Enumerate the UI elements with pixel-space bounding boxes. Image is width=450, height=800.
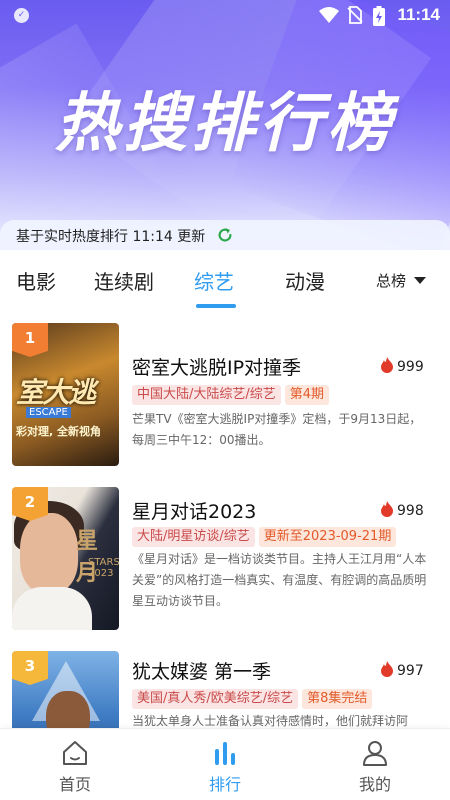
flame-icon: [381, 501, 393, 517]
battery-charging-icon: [373, 6, 385, 26]
episode-tag: 第4期: [284, 385, 330, 405]
poster-figure: [20, 513, 78, 593]
tab-variety[interactable]: 综艺: [194, 266, 234, 295]
shield-icon: ✓: [14, 8, 29, 23]
active-tab-indicator: [196, 304, 236, 308]
category-tabs: 电影 连续剧 综艺 动漫 总榜: [0, 258, 450, 310]
item-description: 《星月对话》是一档访谈类节目。主持人王江月用“人本关爱”的风格打造一档真实、有温…: [132, 552, 427, 608]
genre-tag: 美国/真人秀/欧美综艺/综艺: [132, 689, 299, 709]
rank-badge: 3: [12, 651, 48, 685]
chevron-down-icon[interactable]: [414, 277, 426, 284]
hero-banner: 热搜排行榜: [0, 0, 450, 250]
tab-movie[interactable]: 电影: [16, 266, 56, 295]
item-description: 芒果TV《密室大逃脱IP对撞季》定档，于9月13日起，每周三中午12：00播出。: [132, 412, 422, 447]
nav-ranking[interactable]: 排行: [175, 729, 275, 800]
home-icon: [63, 741, 87, 765]
tag-row: 中国大陆/大陆综艺/综艺 第4期: [132, 385, 330, 405]
refresh-icon[interactable]: [216, 226, 234, 244]
tag-row: 美国/真人秀/欧美综艺/综艺 第8集完结: [132, 689, 373, 709]
profile-icon: [363, 741, 387, 766]
genre-tag: 中国大陆/大陆综艺/综艺: [132, 385, 281, 405]
flame-icon: [381, 661, 393, 677]
heat-score: 998: [380, 501, 424, 519]
bottom-navigation: 首页 排行 我的: [0, 728, 450, 800]
tab-series[interactable]: 连续剧: [94, 266, 154, 295]
nav-profile[interactable]: 我的: [325, 729, 425, 800]
poster-tag-text: ESCAPE: [26, 407, 71, 418]
nav-home-label: 首页: [58, 775, 91, 794]
episode-tag: 第8集完结: [302, 689, 373, 709]
nav-home[interactable]: 首页: [25, 729, 125, 800]
nav-profile-label: 我的: [358, 775, 391, 794]
nav-ranking-label: 排行: [208, 775, 241, 794]
poster-image[interactable]: 星月 STARS 2023 2: [12, 487, 119, 630]
heat-value: 999: [397, 359, 424, 375]
ranking-icon: [215, 742, 235, 765]
list-item[interactable]: 室大逃 ESCAPE 彩对理, 全新视角 1 密室大逃脱IP对撞季 999 中国…: [0, 323, 450, 473]
episode-tag: 更新至2023-09-21期: [258, 527, 397, 547]
genre-tag: 大陆/明星访谈/综艺: [132, 527, 255, 547]
heat-score: 999: [380, 357, 424, 375]
tab-anime[interactable]: 动漫: [285, 266, 325, 295]
tag-row: 大陆/明星访谈/综艺 更新至2023-09-21期: [132, 527, 397, 547]
update-bar: 基于实时热度排行 11:14 更新: [0, 220, 450, 250]
status-bar: ✓ 11:14: [0, 0, 450, 32]
item-title[interactable]: 密室大逃脱IP对撞季: [132, 353, 301, 380]
list-item[interactable]: 星月 STARS 2023 2 星月对话2023 998 大陆/明星访谈/综艺更…: [0, 487, 450, 637]
poster-sub-text: STARS 2023: [88, 557, 119, 579]
poster-figure: [12, 587, 92, 630]
poster-sub-text: 彩对理, 全新视角: [16, 425, 102, 438]
status-time: 11:14: [397, 5, 440, 24]
page-title: 热搜排行榜: [55, 87, 395, 161]
heat-score: 997: [380, 661, 424, 679]
poster-image[interactable]: 室大逃 ESCAPE 彩对理, 全新视角 1: [12, 323, 119, 466]
poster-title-text: 室大逃: [16, 376, 96, 409]
no-sim-icon: [347, 6, 363, 24]
flame-icon: [381, 357, 393, 373]
rank-badge: 1: [12, 323, 48, 357]
heat-value: 997: [397, 663, 424, 679]
rank-type-dropdown[interactable]: 总榜: [376, 270, 406, 291]
wifi-icon: [319, 7, 339, 23]
item-title[interactable]: 星月对话2023: [132, 497, 256, 524]
rank-badge: 2: [12, 487, 48, 521]
heat-value: 998: [397, 503, 424, 519]
item-title[interactable]: 犹太媒婆 第一季: [132, 657, 271, 684]
update-info-text: 基于实时热度排行 11:14 更新: [16, 229, 206, 245]
